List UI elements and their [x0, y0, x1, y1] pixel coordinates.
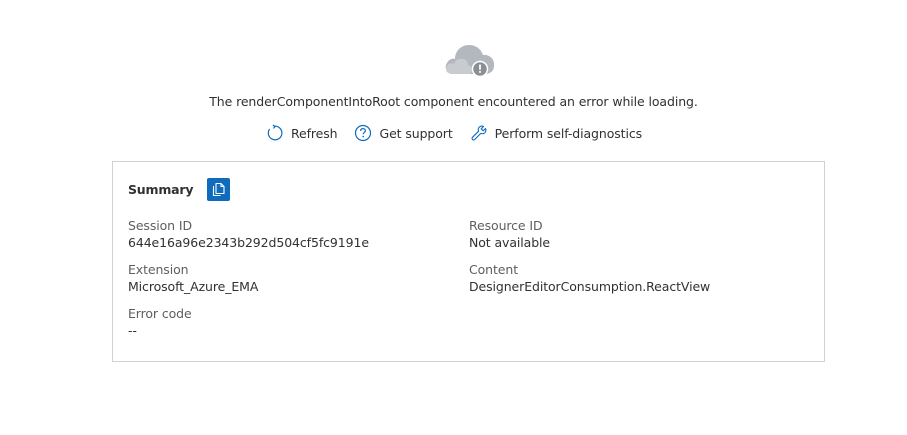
- resource-id-value: Not available: [469, 235, 550, 250]
- error-code-label: Error code: [128, 306, 192, 321]
- content-label: Content: [469, 262, 519, 277]
- get-support-label: Get support: [379, 125, 453, 141]
- extension-value: Microsoft_Azure_EMA: [128, 279, 259, 294]
- content-value: DesignerEditorConsumption.ReactView: [469, 279, 711, 294]
- session-id-label: Session ID: [128, 218, 192, 233]
- error-code-field: Error code --: [128, 305, 192, 339]
- refresh-label: Refresh: [290, 125, 338, 141]
- summary-header: Summary: [128, 178, 231, 201]
- refresh-icon: [265, 123, 285, 143]
- content-field: Content DesignerEditorConsumption.ReactV…: [469, 261, 710, 295]
- question-circle-icon: [353, 123, 373, 143]
- get-support-button[interactable]: Get support: [353, 123, 453, 143]
- cloud-error-icon: [442, 38, 498, 80]
- error-message: The renderComponentIntoRoot component en…: [209, 94, 698, 109]
- resource-id-label: Resource ID: [469, 218, 543, 233]
- action-bar: Refresh Get support Perform self-diagnos…: [0, 123, 907, 143]
- self-diagnostics-label: Perform self-diagnostics: [494, 125, 643, 141]
- wrench-icon: [469, 123, 489, 143]
- copy-icon: [211, 182, 226, 197]
- refresh-button[interactable]: Refresh: [265, 123, 338, 143]
- extension-field: Extension Microsoft_Azure_EMA: [128, 261, 258, 295]
- error-page: The renderComponentIntoRoot component en…: [0, 0, 907, 435]
- extension-label: Extension: [128, 262, 189, 277]
- error-code-value: --: [128, 323, 137, 338]
- session-id-value: 644e16a96e2343b292d504cf5fc9191e: [128, 235, 369, 250]
- self-diagnostics-button[interactable]: Perform self-diagnostics: [469, 123, 642, 143]
- copy-button[interactable]: [207, 178, 231, 201]
- summary-title: Summary: [128, 182, 194, 197]
- summary-panel: Summary Session ID 644e16a96e2343b292d50…: [112, 161, 825, 362]
- session-id-field: Session ID 644e16a96e2343b292d504cf5fc91…: [128, 217, 369, 251]
- resource-id-field: Resource ID Not available: [469, 217, 550, 251]
